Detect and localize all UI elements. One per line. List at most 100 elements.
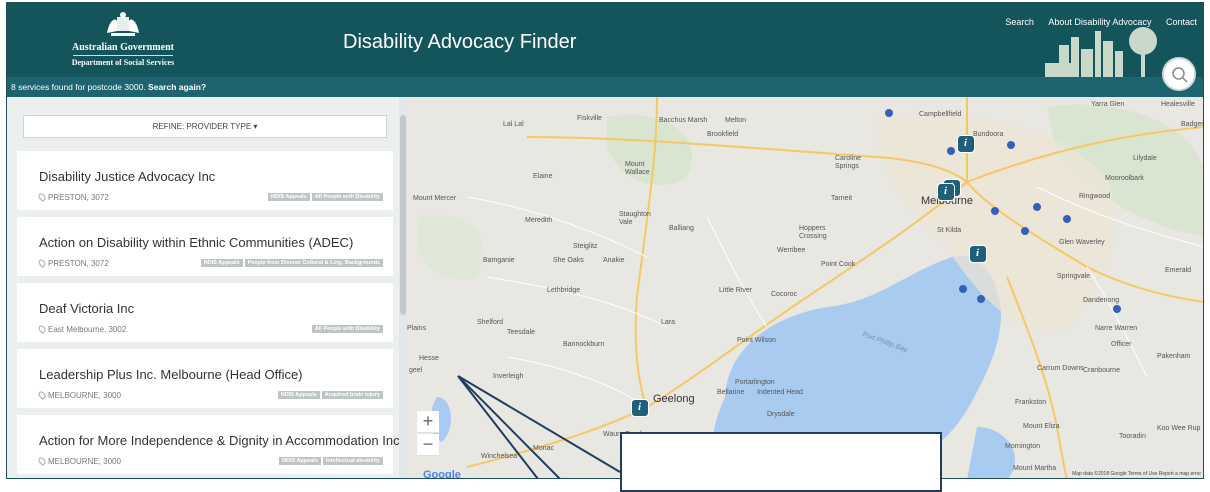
map-place-label: Campbellfield xyxy=(919,111,962,118)
route-shield-icon xyxy=(1063,215,1071,223)
route-shield-icon xyxy=(1021,227,1029,235)
list-scrollbar[interactable] xyxy=(399,97,407,478)
site-header: Australian Government Department of Soci… xyxy=(7,3,1203,79)
map-attribution[interactable]: Map data ©2018 Google Terms of Use Repor… xyxy=(1072,471,1201,477)
service-name: Disability Justice Advocacy Inc xyxy=(39,169,216,184)
service-location: East Melbourne, 3002 xyxy=(37,324,127,334)
scrollbar-thumb[interactable] xyxy=(400,115,406,315)
location-pin-icon xyxy=(37,324,47,334)
service-card[interactable]: Action for More Independence & Dignity i… xyxy=(17,415,400,474)
search-button[interactable] xyxy=(1162,57,1196,91)
zoom-in-button[interactable]: + xyxy=(417,411,439,433)
service-card[interactable]: Action on Disability within Ethnic Commu… xyxy=(17,217,393,276)
map-place-label: Winchelsea xyxy=(481,453,518,460)
location-text: PRESTON, 3072 xyxy=(48,259,109,268)
map-place-label: Hoppers Crossing xyxy=(799,225,827,240)
search-again-link[interactable]: Search again? xyxy=(148,82,206,92)
tag-badge: NDIS Appeals xyxy=(268,193,310,201)
map-place-label: Lal Lal xyxy=(503,121,524,128)
map-place-label: Pakenham xyxy=(1157,353,1191,360)
map-place-label: Anakie xyxy=(603,257,625,264)
location-pin-icon xyxy=(37,258,47,268)
map-place-label: Mount Mercer xyxy=(413,195,457,202)
service-tags: NDIS Appeals People from Diverse Cultural… xyxy=(199,259,383,267)
map-place-label: Staughton Vale xyxy=(619,211,651,226)
map-place-label: Balliang xyxy=(669,225,694,232)
map-place-label: Fiskville xyxy=(577,115,602,122)
map-place-label: Teesdale xyxy=(507,329,536,336)
map-place-label: Lilydale xyxy=(1133,155,1157,162)
tag-badge: People from Diverse Cultural & Ling. Bac… xyxy=(244,259,383,267)
map-place-label: St Kilda xyxy=(937,227,962,234)
map-place-label: Hesse xyxy=(419,355,439,362)
nav-link-search[interactable]: Search xyxy=(1005,17,1034,27)
zoom-out-button[interactable]: − xyxy=(417,434,439,456)
map-place-label: Carrum Downs xyxy=(1037,365,1084,372)
map-marker[interactable] xyxy=(631,399,649,417)
map-place-label: Mount Martha xyxy=(1013,465,1057,472)
location-text: MELBOURNE, 3000 xyxy=(48,391,121,400)
map-place-label: Bamganie xyxy=(483,257,515,264)
route-shield-icon xyxy=(977,295,985,303)
map-place-label: Cranbourne xyxy=(1083,367,1120,374)
location-text: East Melbourne, 3002 xyxy=(48,325,127,334)
government-logo[interactable]: Australian Government Department of Soci… xyxy=(63,11,183,71)
map-place-label: Lara xyxy=(661,319,676,326)
map-place-label: Tarneit xyxy=(831,195,853,202)
map-place-label: Steiglitz xyxy=(573,243,598,250)
service-tags: NDIS Appeals Acquired brain injury xyxy=(276,391,383,399)
map-place-label: Brookfield xyxy=(707,131,739,138)
coat-of-arms-icon xyxy=(107,12,139,36)
map-place-label: Indented Head xyxy=(757,389,803,396)
location-pin-icon xyxy=(37,192,47,202)
map-view[interactable]: Lal Lal Fiskville Bacchus Marsh Melton B… xyxy=(407,97,1203,478)
map-place-label: Geelong xyxy=(653,393,695,405)
logo-divider xyxy=(73,55,173,56)
service-location: MELBOURNE, 3000 xyxy=(37,456,121,466)
map-place-label: Mount Eliza xyxy=(1023,423,1060,430)
map-marker[interactable] xyxy=(969,245,987,263)
map-place-label: Bundoora xyxy=(973,131,1004,138)
service-tags: All People with Disability xyxy=(310,325,383,333)
service-name: Action for More Independence & Dignity i… xyxy=(39,433,400,448)
tag-badge: All People with Disability xyxy=(311,325,383,333)
service-card[interactable]: Leadership Plus Inc. Melbourne (Head Off… xyxy=(17,349,393,408)
location-pin-icon xyxy=(37,390,47,400)
map-place-label: Little River xyxy=(719,287,753,294)
route-shield-icon xyxy=(1007,141,1015,149)
service-location: PRESTON, 3072 xyxy=(37,192,109,202)
map-place-label: Elaine xyxy=(533,173,553,180)
map-terrain xyxy=(407,97,1203,478)
map-place-label: Portarlington xyxy=(735,379,775,386)
map-place-label: Cocoroc xyxy=(771,291,798,298)
map-place-label: Glen Waverley xyxy=(1059,239,1105,246)
refine-provider-type-button[interactable]: REFINE: PROVIDER TYPE ▾ xyxy=(23,115,387,138)
route-shield-icon xyxy=(885,109,893,117)
map-place-label: Bannockburn xyxy=(563,341,605,348)
map-place-label: Springvale xyxy=(1057,273,1091,280)
map-place-label: Ringwood xyxy=(1079,193,1111,200)
map-place-label: Tooradin xyxy=(1119,433,1146,440)
map-marker[interactable] xyxy=(957,135,975,153)
service-location: PRESTON, 3072 xyxy=(37,258,109,268)
route-shield-icon xyxy=(947,147,955,155)
map-place-label: Werribee xyxy=(777,247,806,254)
tag-badge: All People with Disability xyxy=(311,193,383,201)
location-text: PRESTON, 3072 xyxy=(48,193,109,202)
service-card[interactable]: Deaf Victoria Inc East Melbourne, 3002 A… xyxy=(17,283,393,342)
map-place-label: Officer xyxy=(1111,341,1132,348)
service-name: Action on Disability within Ethnic Commu… xyxy=(39,235,354,250)
service-card[interactable]: Disability Justice Advocacy Inc PRESTON,… xyxy=(17,151,393,210)
department-name: Department of Social Services xyxy=(71,58,175,67)
annotation-callout-box xyxy=(620,432,942,492)
tag-badge: Acquired brain injury xyxy=(321,391,383,399)
map-place-label: Drysdale xyxy=(767,411,795,418)
route-shield-icon xyxy=(959,285,967,293)
tag-badge: NDIS Appeals xyxy=(277,391,320,399)
map-place-label: Yarra Glen xyxy=(1091,101,1125,108)
tag-badge: NDIS Appeals xyxy=(200,259,243,267)
map-place-label: Mooroolbark xyxy=(1105,175,1144,182)
map-place-label: Melton xyxy=(725,117,747,124)
route-shield-icon xyxy=(1113,305,1121,313)
map-marker[interactable] xyxy=(937,183,955,201)
